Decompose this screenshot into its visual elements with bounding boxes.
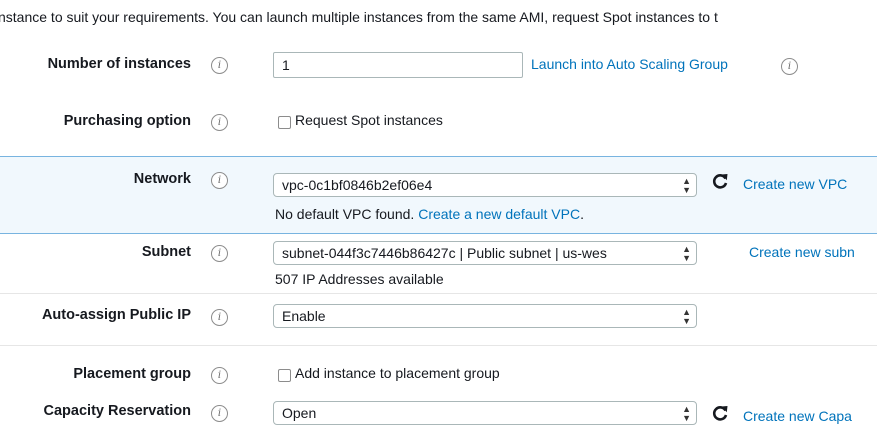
- intro-text: nstance to suit your requirements. You c…: [0, 9, 718, 25]
- info-icon[interactable]: i: [781, 58, 798, 75]
- launch-auto-scaling-link[interactable]: Launch into Auto Scaling Group: [531, 56, 728, 72]
- no-default-vpc-text: No default VPC found.: [275, 206, 415, 222]
- info-icon[interactable]: i: [211, 114, 228, 131]
- placement-group-checkbox-label: Add instance to placement group: [295, 365, 500, 381]
- capacity-reservation-select[interactable]: Open ▲ ▼: [273, 401, 697, 425]
- capacity-reservation-select-value: Open: [282, 405, 317, 421]
- subnet-select-value: subnet-044f3c7446b86427c | Public subnet…: [282, 245, 607, 261]
- placement-group-label: Placement group: [73, 366, 191, 382]
- note-period: .: [580, 206, 584, 222]
- network-label: Network: [133, 171, 191, 187]
- number-of-instances-label: Number of instances: [47, 56, 191, 72]
- request-spot-checkbox[interactable]: [278, 116, 291, 129]
- subnet-label: Subnet: [141, 244, 191, 260]
- row-divider: [0, 345, 877, 346]
- capacity-reservation-label: Capacity Reservation: [43, 403, 191, 419]
- select-arrows-icon: ▲ ▼: [682, 307, 691, 326]
- network-note: No default VPC found. Create a new defau…: [275, 206, 584, 222]
- create-new-subnet-link[interactable]: Create new subn: [749, 244, 855, 260]
- request-spot-label: Request Spot instances: [295, 112, 443, 128]
- info-icon[interactable]: i: [211, 405, 228, 422]
- create-default-vpc-link[interactable]: Create a new default VPC: [418, 206, 580, 222]
- info-icon[interactable]: i: [211, 57, 228, 74]
- info-icon[interactable]: i: [211, 245, 228, 262]
- placement-group-checkbox[interactable]: [278, 369, 291, 382]
- create-new-capacity-link[interactable]: Create new Capa: [743, 408, 852, 424]
- row-divider: [0, 293, 877, 294]
- auto-assign-public-ip-label: Auto-assign Public IP: [41, 307, 191, 323]
- public-ip-select[interactable]: Enable ▲ ▼: [273, 304, 697, 328]
- info-icon[interactable]: i: [211, 367, 228, 384]
- refresh-icon[interactable]: [711, 404, 729, 422]
- subnet-select[interactable]: subnet-044f3c7446b86427c | Public subnet…: [273, 241, 697, 265]
- network-select[interactable]: vpc-0c1bf0846b2ef06e4 ▲ ▼: [273, 173, 697, 197]
- public-ip-select-value: Enable: [282, 308, 326, 324]
- select-arrows-icon: ▲ ▼: [682, 244, 691, 263]
- info-icon[interactable]: i: [211, 172, 228, 189]
- ip-addresses-available: 507 IP Addresses available: [275, 271, 444, 287]
- select-arrows-icon: ▲ ▼: [682, 404, 691, 423]
- purchasing-option-label: Purchasing option: [63, 113, 191, 129]
- refresh-icon[interactable]: [711, 172, 729, 190]
- info-icon[interactable]: i: [211, 309, 228, 326]
- select-arrows-icon: ▲ ▼: [682, 176, 691, 195]
- network-select-value: vpc-0c1bf0846b2ef06e4: [282, 177, 433, 193]
- number-of-instances-input[interactable]: 1: [273, 52, 523, 78]
- create-new-vpc-link[interactable]: Create new VPC: [743, 176, 847, 192]
